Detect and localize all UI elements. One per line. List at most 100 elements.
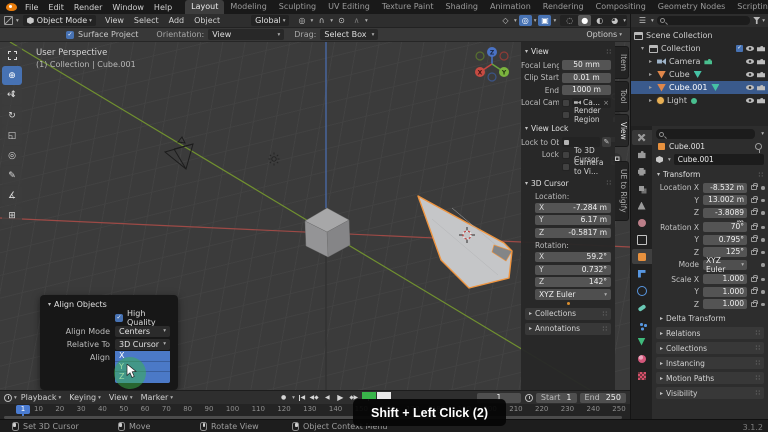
workspace-tab[interactable]: Layout	[185, 0, 225, 14]
annotate-tool[interactable]: ✎	[2, 166, 22, 185]
panel-menu-icon[interactable]: ∷	[756, 389, 760, 397]
snap-magnet-icon[interactable]: ∩	[315, 15, 328, 26]
editor-type-icon[interactable]	[4, 16, 13, 25]
workspace-tab[interactable]: Animation	[484, 0, 537, 14]
lock-icon[interactable]	[751, 247, 758, 255]
orientation-dropdown[interactable]: View ▾	[208, 29, 285, 40]
properties-options-icon[interactable]: ▾	[761, 131, 764, 137]
rotation-mode-dropdown[interactable]: XYZ Euler ▾	[703, 256, 747, 274]
panel-menu-icon[interactable]: ∷	[756, 329, 760, 337]
viewport-menu-item[interactable]: Object	[189, 16, 225, 25]
timeline-ruler[interactable]: 1020304050607080901001101201301401501601…	[0, 404, 630, 420]
menu-item[interactable]: Window	[107, 3, 149, 12]
breadcrumb-object-name[interactable]: Cube.001	[669, 142, 705, 151]
local-camera-checkbox[interactable]	[562, 98, 570, 107]
cursor-3d-section-header[interactable]: ▾ 3D Cursor ∷	[521, 177, 615, 190]
animate-dot[interactable]	[761, 250, 765, 254]
end-frame-field[interactable]: End 250	[579, 392, 626, 403]
panel-menu-icon[interactable]: ∷	[607, 179, 611, 187]
outliner-row[interactable]: ▸ Cube.001 ✓	[631, 81, 768, 94]
sidebar-tab[interactable]: Tool	[615, 81, 629, 112]
transform-field[interactable]: -3.8089 m	[703, 207, 747, 227]
object-name[interactable]: Collection	[661, 44, 701, 53]
jump-to-start-button[interactable]: ◀	[296, 393, 307, 403]
lock-icon[interactable]	[751, 274, 758, 282]
cursor-location-field[interactable]: X -7.284 m	[535, 202, 611, 213]
proportional-falloff-icon[interactable]: ∧	[350, 15, 363, 26]
properties-tab[interactable]	[632, 266, 652, 281]
relative-to-dropdown[interactable]: 3D Cursor ▾	[115, 338, 170, 350]
mode-dropdown[interactable]: Object Mode ▾	[22, 15, 96, 26]
select-box-tool[interactable]	[2, 46, 22, 65]
number-field[interactable]: 1000 m	[562, 85, 611, 95]
animate-dot[interactable]	[761, 302, 765, 306]
current-frame-badge[interactable]: 1	[16, 405, 30, 414]
animate-dot[interactable]	[761, 186, 765, 190]
outliner-row[interactable]: Scene Collection ✓	[631, 29, 768, 42]
proportional-editing-icon[interactable]: ⊙	[335, 15, 348, 26]
start-frame-field[interactable]: Start 1	[535, 392, 577, 403]
panel-menu-icon[interactable]: ∷	[756, 374, 760, 382]
pin-icon[interactable]	[755, 143, 762, 153]
outliner-row[interactable]: ▸ Cube ✓	[631, 68, 768, 81]
viewport-3d[interactable]: User Perspective (1) Collection | Cube.0…	[0, 42, 630, 390]
properties-tab[interactable]	[632, 164, 652, 179]
default-cube[interactable]	[304, 207, 351, 258]
align-mode-dropdown[interactable]: Centers ▾	[115, 325, 170, 337]
panel-menu-icon[interactable]: ∷	[756, 344, 760, 352]
disable-in-render-icon[interactable]	[757, 98, 765, 104]
hide-in-viewport-icon[interactable]	[746, 85, 754, 90]
hide-in-viewport-icon[interactable]	[746, 98, 754, 103]
collapsed-panel[interactable]: ▸ Visibility ∷	[656, 387, 764, 399]
workspace-tab[interactable]: Rendering	[537, 0, 590, 14]
panel-menu-icon[interactable]: ∷	[607, 48, 611, 56]
cursor-location-field[interactable]: Y 6.17 m	[535, 215, 611, 225]
properties-tab[interactable]	[632, 147, 652, 162]
scale-tool[interactable]: ◱	[2, 126, 22, 145]
menu-item[interactable]: Help	[149, 3, 177, 12]
workspace-tab[interactable]: Shading	[439, 0, 484, 14]
transform-orientation-dropdown[interactable]: Global ▾	[251, 15, 290, 26]
viewport-menu-item[interactable]: Select	[129, 16, 164, 25]
properties-tab[interactable]	[632, 300, 652, 315]
play-reverse-button[interactable]: ◀	[322, 393, 333, 403]
collapsed-panel[interactable]: ▸ Collections ∷	[656, 342, 764, 354]
cursor-rotation-field[interactable]: Y 0.732°	[535, 264, 611, 275]
timeline-menu-item[interactable]: Keying ▾	[69, 393, 101, 402]
properties-tab[interactable]	[632, 215, 652, 230]
lock-icon[interactable]	[751, 287, 758, 295]
timeline-menu-item[interactable]: Playback ▾	[21, 393, 61, 402]
rotate-tool[interactable]: ↻	[2, 106, 22, 125]
cursor-tool[interactable]: ⊕	[2, 66, 22, 85]
menu-item[interactable]: File	[20, 3, 43, 12]
cursor-location-field[interactable]: Z -0.5817 m	[535, 227, 611, 238]
gizmo-neg-x-axis[interactable]	[499, 51, 509, 61]
menu-item[interactable]: Render	[69, 3, 107, 12]
outliner-row[interactable]: ▾ Collection ✓	[631, 42, 768, 55]
expand-arrow-icon[interactable]: ▸	[649, 71, 657, 78]
disable-in-render-icon[interactable]	[757, 59, 765, 65]
camera-to-view-checkbox[interactable]	[562, 163, 570, 171]
panel-menu-icon[interactable]: ∷	[603, 325, 607, 333]
measure-tool[interactable]: ∡	[2, 186, 22, 205]
properties-tab[interactable]	[632, 334, 652, 349]
properties-tab[interactable]	[632, 181, 652, 196]
workspace-tab[interactable]: UV Editing	[322, 0, 376, 14]
gizmo-neg-z-axis[interactable]	[487, 72, 497, 82]
collapsed-panel[interactable]: ▸ Relations ∷	[656, 327, 764, 339]
expand-arrow-icon[interactable]: ▸	[649, 84, 657, 91]
menu-item[interactable]: Edit	[43, 3, 69, 12]
collapsed-panel[interactable]: ▸ Collections ∷	[525, 307, 611, 320]
animate-dot[interactable]	[761, 198, 765, 202]
cursor-rotation-field[interactable]: X 59.2°	[535, 252, 611, 262]
outliner-search-input[interactable]	[656, 16, 751, 25]
properties-tab[interactable]	[631, 130, 652, 145]
timeline-menu-item[interactable]: Marker ▾	[141, 393, 173, 402]
properties-tab[interactable]	[632, 317, 652, 332]
play-button[interactable]: ▶	[335, 393, 346, 403]
auto-keying-icon[interactable]	[524, 393, 533, 402]
hide-in-viewport-icon[interactable]	[746, 72, 754, 77]
number-field[interactable]: 50 mm	[562, 60, 611, 70]
collapsed-panel[interactable]: ▸ Motion Paths ∷	[656, 372, 764, 384]
show-gizmo-icon[interactable]: ◇	[499, 15, 512, 26]
